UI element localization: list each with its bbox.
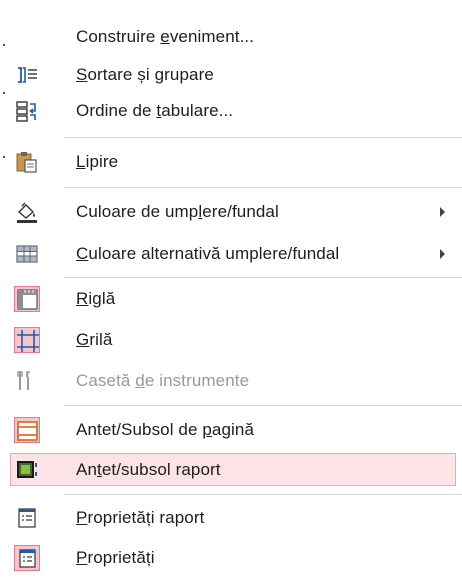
menu-item-culoare-alternativa[interactable]: Culoare alternativă umplere/fundal <box>0 236 462 272</box>
menu-item-label: Riglă <box>76 289 116 308</box>
menu-item-sortare-grupare[interactable]: Sortare și grupare <box>0 57 462 93</box>
menu-item-caseta-instrumente[interactable]: Casetă de instrumente <box>0 363 462 399</box>
menu-item-label: Sortare și grupare <box>76 65 214 84</box>
menu-item-label: Grilă <box>76 330 113 349</box>
menu-item-grila[interactable]: Grilă <box>0 322 462 358</box>
menu-separator <box>64 405 462 406</box>
menu-item-label: Antet/Subsol de pagină <box>76 420 255 439</box>
ruler-icon <box>14 286 40 312</box>
menu-item-label: Ordine de tabulare... <box>76 101 234 120</box>
menu-item-label: Construire eveniment... <box>76 27 255 46</box>
menu-item-proprietati-raport[interactable]: Proprietăți raport <box>0 500 462 536</box>
sort-group-icon <box>14 62 40 88</box>
menu-item-label: Culoare de umplere/fundal <box>76 202 279 221</box>
toolbox-icon <box>14 368 40 394</box>
menu-separator <box>64 187 462 188</box>
submenu-arrow-icon <box>440 249 445 259</box>
menu-item-rigla[interactable]: Riglă <box>0 281 462 317</box>
menu-separator <box>64 494 462 495</box>
menu-item-lipire[interactable]: Lipire <box>0 144 462 180</box>
alternate-fill-icon <box>14 241 40 267</box>
grid-icon <box>14 327 40 353</box>
menu-item-label: Antet/subsol raport <box>76 460 221 479</box>
menu-separator <box>64 137 462 138</box>
menu-item-label: Culoare alternativă umplere/fundal <box>76 244 340 263</box>
report-properties-icon <box>14 505 40 531</box>
report-header-footer-icon <box>14 457 40 483</box>
context-menu: Construire eveniment... Sortare și grupa… <box>0 0 462 578</box>
menu-item-antet-subsol-raport[interactable]: Antet/subsol raport <box>0 452 462 488</box>
page-header-footer-icon <box>14 417 40 443</box>
menu-item-label: Proprietăți raport <box>76 508 205 527</box>
menu-item-construire-eveniment[interactable]: Construire eveniment... <box>0 19 462 55</box>
menu-item-culoare-umplere[interactable]: Culoare de umplere/fundal <box>0 194 462 230</box>
tab-order-icon <box>14 98 40 124</box>
menu-separator <box>64 277 462 278</box>
properties-icon <box>14 545 40 571</box>
menu-item-label: Lipire <box>76 152 119 171</box>
menu-item-label: Casetă de instrumente <box>76 371 250 390</box>
menu-item-label: Proprietăți <box>76 548 155 567</box>
menu-item-proprietati[interactable]: Proprietăți <box>0 540 462 576</box>
menu-item-ordine-tabulare[interactable]: Ordine de tabulare... <box>0 93 462 129</box>
submenu-arrow-icon <box>440 207 445 217</box>
menu-item-antet-subsol-pagina[interactable]: Antet/Subsol de pagină <box>0 412 462 448</box>
paste-icon <box>14 149 40 175</box>
fill-color-icon <box>14 199 40 225</box>
